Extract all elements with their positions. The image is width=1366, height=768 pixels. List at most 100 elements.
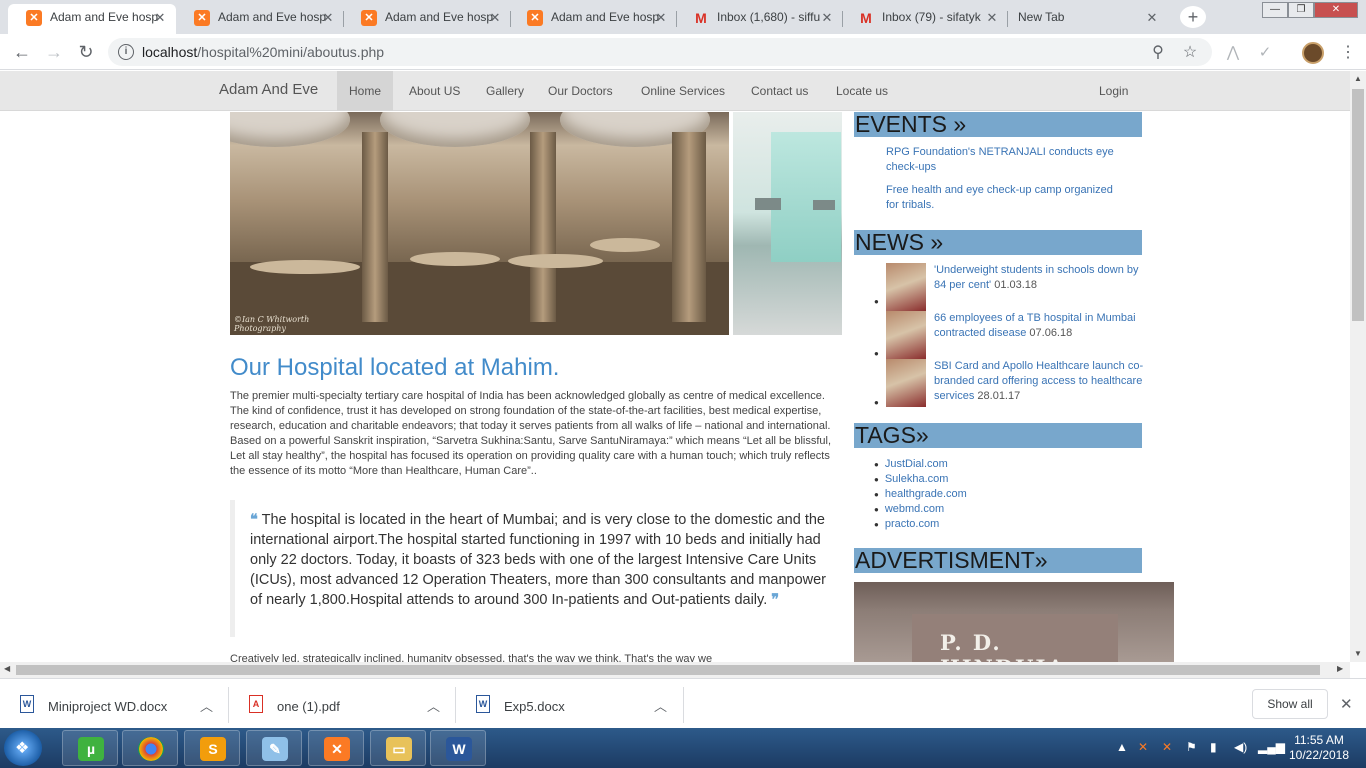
tag-item[interactable]: ● Sulekha.com <box>874 472 948 487</box>
tag-link[interactable]: Sulekha.com <box>885 473 949 485</box>
url-text[interactable]: localhost/hospital%20mini/aboutus.php <box>142 44 384 60</box>
news-item[interactable]: 'Underweight students in schools down by… <box>934 263 1144 293</box>
zoom-icon[interactable]: ⚲ <box>1148 43 1168 63</box>
browser-tab[interactable]: ✕ Adam and Eve hosp ✕ <box>509 4 677 34</box>
browser-tab[interactable]: ✕ Adam and Eve hosp ✕ <box>8 4 176 34</box>
word-app[interactable]: W <box>430 730 486 766</box>
vertical-scrollbar[interactable]: ▲ ▼ <box>1350 71 1366 662</box>
profile-avatar[interactable] <box>1302 42 1324 64</box>
device-icon[interactable]: ▮ <box>1210 740 1217 754</box>
notepad-icon: ✎ <box>262 737 288 761</box>
nav-gallery[interactable]: Gallery <box>474 71 536 111</box>
network-icon[interactable]: ▂▄▆ <box>1258 740 1285 754</box>
chevron-up-icon[interactable]: ︿ <box>200 696 213 715</box>
maximize-button[interactable]: ❐ <box>1288 2 1314 18</box>
start-button[interactable]: ❖ <box>4 730 42 766</box>
tag-item[interactable]: ● healthgrade.com <box>874 487 967 502</box>
scroll-right-arrow-icon[interactable]: ▶ <box>1337 664 1343 673</box>
browser-tab[interactable]: ✕ Adam and Eve hosp ✕ <box>343 4 511 34</box>
news-thumbnail[interactable] <box>886 263 926 311</box>
utorrent-app[interactable]: µ <box>62 730 118 766</box>
address-bar[interactable]: i localhost/hospital%20mini/aboutus.php … <box>108 38 1212 66</box>
xampp-app[interactable]: ✕ <box>308 730 364 766</box>
horizontal-scrollbar[interactable]: ◀ ▶ <box>0 662 1350 678</box>
news-thumbnail[interactable] <box>886 311 926 359</box>
page-title: Our Hospital located at Mahim. <box>230 354 560 381</box>
minimize-button[interactable]: — <box>1262 2 1288 18</box>
back-arrow-icon[interactable]: ← <box>10 40 34 64</box>
tab-title: Adam and Eve hosp <box>385 10 494 24</box>
bookmark-star-icon[interactable]: ☆ <box>1180 43 1200 63</box>
close-icon[interactable]: ✕ <box>984 10 1000 26</box>
close-icon[interactable]: ✕ <box>1340 695 1353 713</box>
download-item[interactable]: A one (1).pdf ︿ <box>229 687 456 723</box>
xampp-icon: ✕ <box>194 10 210 26</box>
tag-item[interactable]: ● practo.com <box>874 517 939 532</box>
intro-paragraph: The premier multi-specialty tertiary car… <box>230 390 832 477</box>
xampp-tray-icon[interactable]: ✕ <box>1162 740 1172 754</box>
tag-link[interactable]: practo.com <box>885 518 939 530</box>
checkmark-extension-icon[interactable]: ✓ <box>1256 44 1274 62</box>
scrollbar-thumb[interactable] <box>1352 89 1364 321</box>
close-icon[interactable]: ✕ <box>819 10 835 26</box>
browser-tab[interactable]: ✕ Adam and Eve hosp ✕ <box>176 4 344 34</box>
scrollbar-thumb[interactable] <box>16 665 1320 675</box>
new-tab-button[interactable]: + <box>1180 6 1206 28</box>
event-link[interactable]: Free health and eye check-up camp organi… <box>886 183 1116 213</box>
notepad-app[interactable]: ✎ <box>246 730 302 766</box>
xampp-tray-icon[interactable]: ✕ <box>1138 740 1148 754</box>
close-icon[interactable]: ✕ <box>320 10 336 26</box>
scroll-left-arrow-icon[interactable]: ◀ <box>4 664 10 673</box>
word-document-icon: W <box>476 695 490 713</box>
scroll-down-arrow-icon[interactable]: ▼ <box>1354 649 1362 658</box>
extension-icon[interactable]: ⋀ <box>1224 44 1242 62</box>
advertisement-image[interactable]: P. D. HINDUJA <box>854 582 1174 662</box>
close-icon[interactable]: ✕ <box>152 10 168 26</box>
download-filename: one (1).pdf <box>277 699 340 714</box>
chevron-up-icon[interactable]: ︿ <box>654 696 667 715</box>
close-icon[interactable]: ✕ <box>1144 10 1160 26</box>
browser-tab[interactable]: M Inbox (79) - sifatyk ✕ <box>840 4 1008 34</box>
kebab-menu-icon[interactable]: ⋮ <box>1340 42 1356 64</box>
volume-icon[interactable]: ◀) <box>1234 740 1247 754</box>
scroll-up-arrow-icon[interactable]: ▲ <box>1354 74 1362 83</box>
tray-chevron-icon[interactable]: ▲ <box>1116 740 1128 754</box>
tag-link[interactable]: webmd.com <box>885 503 944 515</box>
chrome-app[interactable] <box>122 730 178 766</box>
event-link[interactable]: RPG Foundation's NETRANJALI conducts eye… <box>886 145 1146 175</box>
tag-item[interactable]: ● webmd.com <box>874 502 944 517</box>
sublime-app[interactable]: S <box>184 730 240 766</box>
download-item[interactable]: W Exp5.docx ︿ <box>456 687 684 723</box>
nav-login[interactable]: Login <box>1087 71 1140 111</box>
nav-online-services[interactable]: Online Services <box>629 71 737 111</box>
site-brand[interactable]: Adam And Eve <box>219 81 318 98</box>
nav-contact-us[interactable]: Contact us <box>739 71 820 111</box>
show-all-button[interactable]: Show all <box>1252 689 1328 719</box>
forward-arrow-icon[interactable]: → <box>42 40 66 64</box>
action-center-icon[interactable]: ⚑ <box>1186 740 1197 754</box>
browser-tab[interactable]: New Tab ✕ <box>1000 4 1168 34</box>
window-close-button[interactable]: ✕ <box>1314 2 1358 18</box>
tag-link[interactable]: healthgrade.com <box>885 488 967 500</box>
info-icon[interactable]: i <box>118 44 134 60</box>
download-item[interactable]: W Miniproject WD.docx ︿ <box>0 687 229 723</box>
nav-locate-us[interactable]: Locate us <box>824 71 900 111</box>
news-thumbnail[interactable] <box>886 359 926 407</box>
close-icon[interactable]: ✕ <box>487 10 503 26</box>
close-icon[interactable]: ✕ <box>653 10 669 26</box>
nav-our-doctors[interactable]: Our Doctors <box>536 71 625 111</box>
news-item[interactable]: 66 employees of a TB hospital in Mumbai … <box>934 311 1144 341</box>
news-item[interactable]: SBI Card and Apollo Healthcare launch co… <box>934 359 1144 404</box>
chevron-up-icon[interactable]: ︿ <box>427 696 440 715</box>
tag-item[interactable]: ● JustDial.com <box>874 457 948 472</box>
nav-home[interactable]: Home <box>337 71 394 111</box>
bullet-icon: ● <box>874 505 879 514</box>
tag-link[interactable]: JustDial.com <box>885 458 948 470</box>
news-title[interactable]: SBI Card and Apollo Healthcare launch co… <box>934 360 1143 402</box>
system-clock[interactable]: 11:55 AM 10/22/2018 <box>1284 733 1354 763</box>
nav-about-us[interactable]: About US <box>397 71 472 111</box>
reload-icon[interactable]: ↻ <box>74 40 98 64</box>
close-quote-icon: ❞ <box>771 591 780 608</box>
file-explorer-app[interactable]: ▭ <box>370 730 426 766</box>
browser-tab[interactable]: M Inbox (1,680) - siffu ✕ <box>675 4 843 34</box>
